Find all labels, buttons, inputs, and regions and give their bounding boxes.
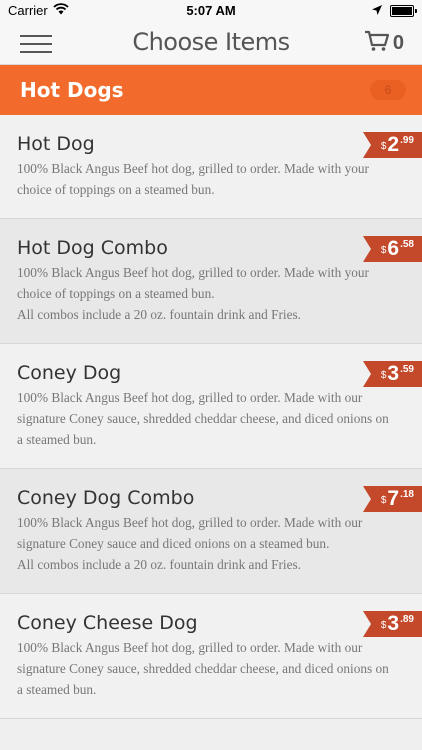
item-description: 100% Black Angus Beef hot dog, grilled t… <box>17 161 369 197</box>
price-dollars: 2 <box>387 133 400 156</box>
price-currency: $ <box>380 495 387 506</box>
price-cents: .89 <box>400 614 414 625</box>
cart-button[interactable]: 0 <box>364 30 404 57</box>
price-cents: .59 <box>400 364 414 375</box>
price-currency: $ <box>380 370 387 381</box>
item-title: Coney Dog Combo <box>17 487 195 509</box>
price-currency: $ <box>380 245 387 256</box>
price-cents: .99 <box>400 135 414 146</box>
shopping-cart-icon <box>364 30 390 57</box>
status-time: 5:07 AM <box>186 3 236 18</box>
price-tag: $ 2 .99 <box>362 132 422 158</box>
category-header[interactable]: Hot Dogs 6 <box>0 65 422 115</box>
price-currency: $ <box>380 620 387 631</box>
item-title: Hot Dog <box>17 133 95 155</box>
price-dollars: 6 <box>387 237 400 260</box>
price-tag: $ 7 .18 <box>362 486 422 512</box>
price-tag: $ 6 .58 <box>362 236 422 262</box>
price-currency: $ <box>380 141 387 152</box>
page-title: Choose Items <box>132 28 290 56</box>
status-right <box>372 3 417 18</box>
price-tag: $ 3 .89 <box>362 611 422 637</box>
category-count-badge: 6 <box>370 80 406 100</box>
item-title: Coney Dog <box>17 362 122 384</box>
item-title: Hot Dog Combo <box>17 237 168 259</box>
price-cents: .58 <box>400 239 414 250</box>
item-description: 100% Black Angus Beef hot dog, grilled t… <box>17 515 363 572</box>
menu-item[interactable]: Hot Dog Combo 100% Black Angus Beef hot … <box>0 219 422 344</box>
cart-count: 0 <box>392 32 404 54</box>
navigation-bar: Choose Items 0 <box>0 22 422 65</box>
price-dollars: 7 <box>387 487 400 510</box>
price-tag: $ 3 .59 <box>362 361 422 387</box>
category-title: Hot Dogs <box>20 78 124 102</box>
item-description: 100% Black Angus Beef hot dog, grilled t… <box>17 265 369 322</box>
price-cents: .18 <box>400 489 414 500</box>
menu-item-list: Hot Dog 100% Black Angus Beef hot dog, g… <box>0 115 422 719</box>
item-title: Coney Cheese Dog <box>17 612 198 634</box>
menu-item[interactable]: Coney Dog Combo 100% Black Angus Beef ho… <box>0 469 422 594</box>
status-bar: Carrier 5:07 AM <box>0 0 422 22</box>
menu-item[interactable]: Hot Dog 100% Black Angus Beef hot dog, g… <box>0 115 422 219</box>
item-description: 100% Black Angus Beef hot dog, grilled t… <box>17 640 389 697</box>
location-icon <box>372 3 382 18</box>
menu-item[interactable]: Coney Dog 100% Black Angus Beef hot dog,… <box>0 344 422 469</box>
price-dollars: 3 <box>387 612 400 635</box>
item-description: 100% Black Angus Beef hot dog, grilled t… <box>17 390 389 447</box>
menu-item[interactable]: Coney Cheese Dog 100% Black Angus Beef h… <box>0 594 422 719</box>
price-dollars: 3 <box>387 362 400 385</box>
battery-icon <box>390 4 417 17</box>
